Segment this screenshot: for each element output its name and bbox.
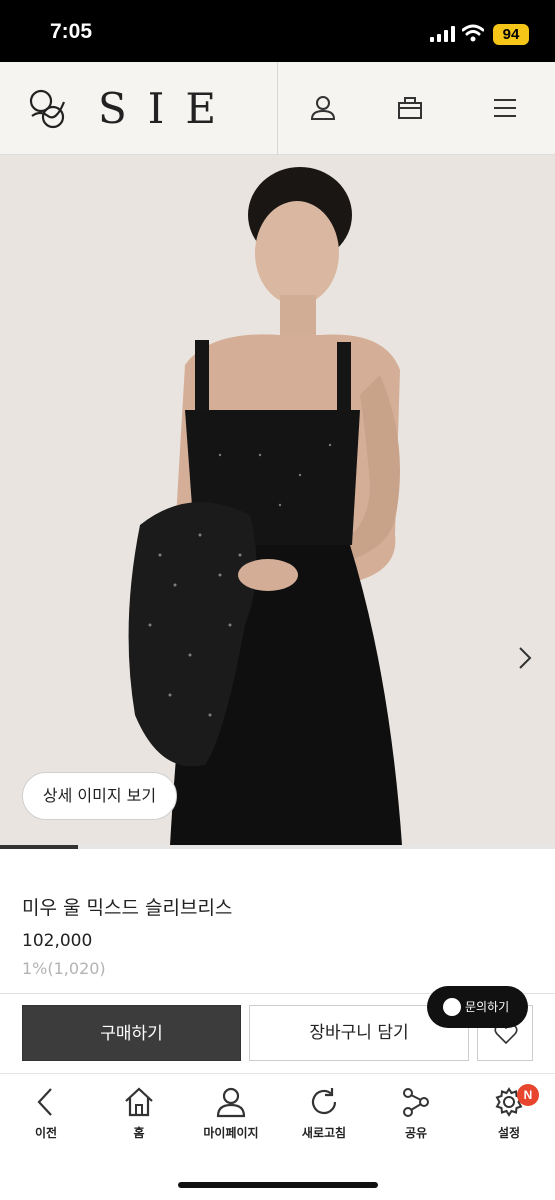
- nav-settings[interactable]: N 설정: [463, 1082, 555, 1152]
- nav-back[interactable]: 이전: [0, 1082, 92, 1152]
- nav-back-label: 이전: [34, 1126, 58, 1140]
- home-icon: [125, 1087, 153, 1117]
- nav-home-label: 홈: [133, 1126, 145, 1140]
- product-name: 미우 울 믹스드 슬리브리스: [22, 897, 233, 919]
- home-indicator: [178, 1182, 378, 1188]
- inquiry-chat-button[interactable]: 문의하기: [427, 986, 528, 1028]
- nav-settings-label: 설정: [497, 1126, 521, 1140]
- nav-share-label: 공유: [404, 1126, 428, 1140]
- shopping-bag-icon[interactable]: [396, 94, 424, 122]
- chat-logo-icon: [443, 998, 461, 1016]
- header-divider: [277, 62, 278, 155]
- nav-refresh[interactable]: 새로고침: [278, 1082, 370, 1152]
- brand-logo[interactable]: SIE: [98, 84, 237, 133]
- nav-mypage-label: 마이페이지: [203, 1126, 259, 1140]
- carousel-progress-fill: [0, 845, 78, 849]
- status-bar: 7:05 94: [0, 0, 555, 62]
- account-icon[interactable]: [309, 94, 337, 122]
- status-time: 7:05: [50, 20, 93, 43]
- signal-icon: [430, 26, 455, 42]
- next-slide-icon[interactable]: [514, 645, 534, 671]
- inquiry-chat-label: 문의하기: [465, 1000, 510, 1014]
- nav-share[interactable]: 공유: [370, 1082, 462, 1152]
- site-header: SIE: [0, 62, 555, 155]
- reward-point: 1%(1,020): [22, 959, 106, 978]
- new-badge: N: [517, 1084, 539, 1106]
- menu-icon[interactable]: [491, 94, 519, 122]
- person-icon: [216, 1087, 246, 1118]
- carousel-progress: [0, 845, 555, 849]
- back-arrow-icon: [37, 1088, 52, 1116]
- battery-indicator: 94: [493, 24, 529, 45]
- refresh-icon: [311, 1088, 337, 1115]
- nav-refresh-label: 새로고침: [301, 1126, 347, 1140]
- product-image-carousel[interactable]: [0, 155, 555, 845]
- product-price: 102,000: [22, 931, 93, 951]
- brand-logo-mark[interactable]: [26, 88, 68, 130]
- product-photo: [0, 155, 555, 845]
- wifi-icon: [462, 24, 484, 42]
- nav-home[interactable]: 홈: [93, 1082, 185, 1152]
- share-icon: [403, 1088, 429, 1117]
- bottom-navigation: 이전 홈 마이페이지 새로고침 공유 N 설정: [0, 1073, 555, 1200]
- buy-button[interactable]: 구매하기: [22, 1005, 241, 1061]
- nav-mypage[interactable]: 마이페이지: [185, 1082, 277, 1152]
- view-detail-images-button[interactable]: 상세 이미지 보기: [22, 772, 177, 820]
